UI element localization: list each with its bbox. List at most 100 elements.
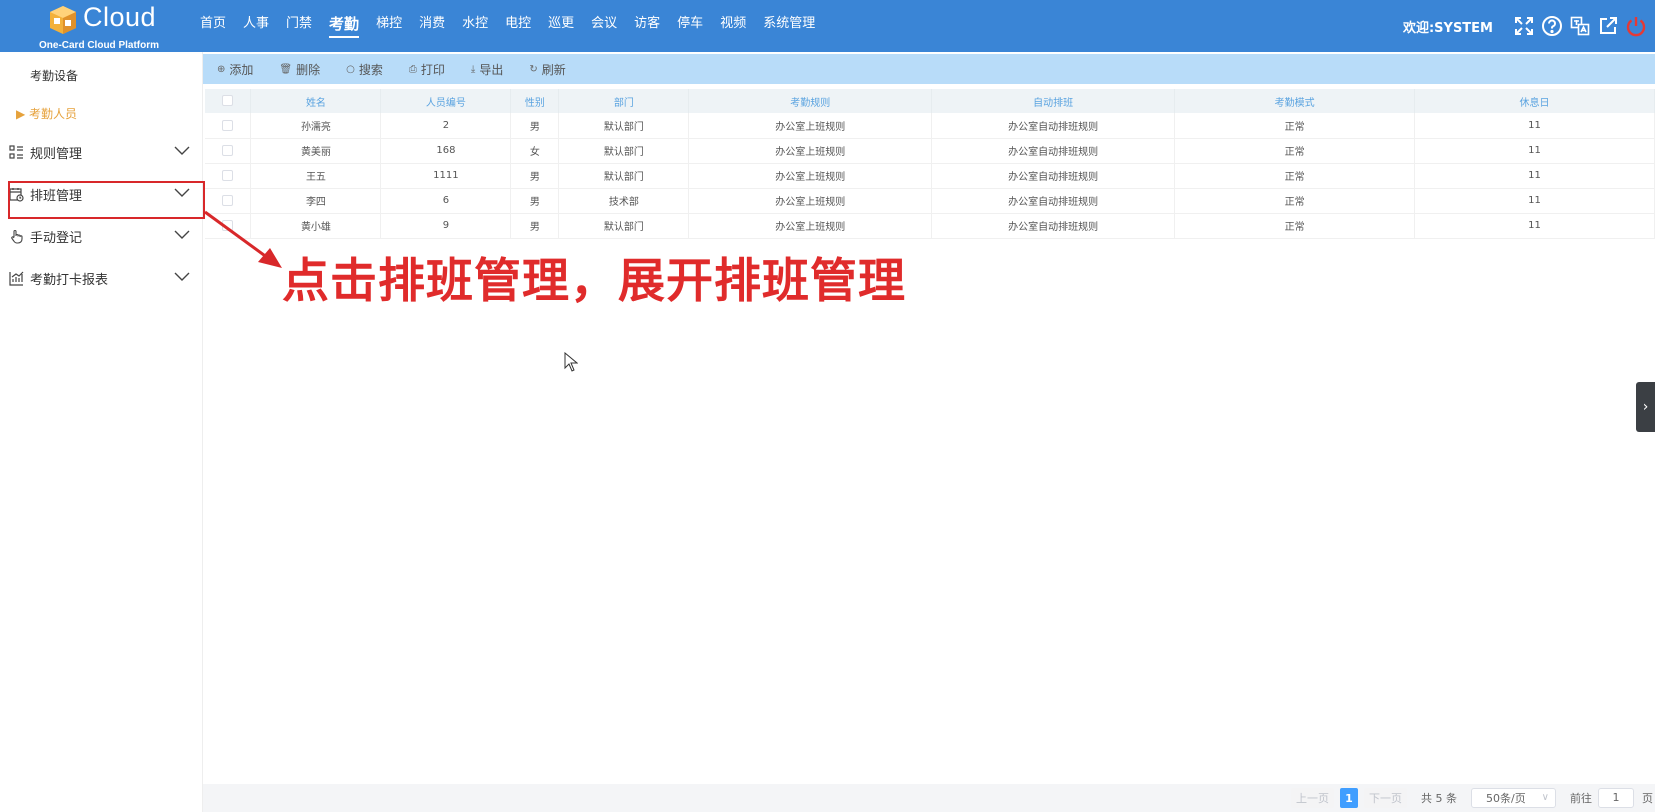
column-header[interactable]: 性别 bbox=[510, 89, 560, 113]
column-header[interactable]: 休息日 bbox=[1414, 89, 1655, 113]
search-button[interactable]: ○ 搜索 bbox=[346, 61, 383, 78]
sidebar-item-attendance-staff[interactable]: ▶ 考勤人员 bbox=[16, 105, 77, 122]
cell-gender: 男 bbox=[510, 113, 560, 139]
sidebar-item-attendance-device[interactable]: 考勤设备 bbox=[30, 67, 78, 84]
nav-item-electric[interactable]: 电控 bbox=[505, 0, 531, 52]
nav-item-attendance[interactable]: 考勤 bbox=[329, 0, 360, 52]
cell-id: 2 bbox=[380, 113, 512, 139]
table-row[interactable]: 孙濡亮 2 男 默认部门 办公室上班规则 办公室自动排班规则 正常 11 bbox=[205, 113, 1655, 139]
nav-item-hr[interactable]: 人事 bbox=[243, 0, 269, 52]
annotation-highlight-box bbox=[8, 181, 205, 219]
total-count: 共 5 条 bbox=[1421, 792, 1457, 805]
refresh-button[interactable]: ↻ 刷新 bbox=[529, 61, 565, 78]
sidebar: 考勤设备 ▶ 考勤人员 规则管理 排班管理 手动登记 考勤打卡报表 bbox=[0, 52, 203, 812]
add-button-label: 添加 bbox=[229, 62, 254, 77]
export-button-label: 导出 bbox=[479, 62, 504, 77]
caret-right-icon: ▶ bbox=[16, 107, 30, 121]
nav-item-visitor[interactable]: 访客 bbox=[634, 0, 660, 52]
cube-logo-icon bbox=[50, 6, 76, 34]
cell-mode: 正常 bbox=[1174, 163, 1416, 189]
table-row[interactable]: 黄小雄 9 男 默认部门 办公室上班规则 办公室自动排班规则 正常 11 bbox=[205, 213, 1655, 239]
cell-department: 默认部门 bbox=[558, 138, 690, 164]
nav-item-patrol[interactable]: 巡更 bbox=[548, 0, 574, 52]
export-button[interactable]: ⤓ 导出 bbox=[471, 61, 503, 78]
refresh-icon: ↻ bbox=[529, 63, 538, 75]
nav-item-video[interactable]: 视频 bbox=[720, 0, 746, 52]
annotation-caption: 点击排班管理，展开排班管理 bbox=[282, 254, 906, 309]
next-page-button[interactable]: 下一页 bbox=[1364, 788, 1407, 808]
cell-id: 1111 bbox=[380, 163, 512, 189]
cell-name: 王五 bbox=[250, 163, 382, 189]
column-header[interactable]: 人员编号 bbox=[380, 89, 512, 113]
brand-logo[interactable]: Cloud One-Card Cloud Platform bbox=[36, 2, 171, 52]
column-header[interactable]: 考勤规则 bbox=[688, 89, 933, 113]
cell-name: 李四 bbox=[250, 188, 382, 214]
cell-auto-schedule: 办公室自动排班规则 bbox=[931, 213, 1176, 239]
table-row[interactable]: 李四 6 男 技术部 办公室上班规则 办公室自动排班规则 正常 11 bbox=[205, 188, 1655, 214]
nav-item-system[interactable]: 系统管理 bbox=[763, 0, 815, 52]
column-header[interactable]: 自动排班 bbox=[931, 89, 1176, 113]
page-number-current[interactable]: 1 bbox=[1340, 788, 1358, 808]
sidebar-group-rules-label: 规则管理 bbox=[30, 146, 83, 162]
cell-rest-day: 11 bbox=[1414, 213, 1655, 239]
chevron-down-icon bbox=[174, 230, 190, 239]
cell-gender: 男 bbox=[510, 188, 560, 214]
pagination: 上一页 1 下一页 共 5 条 50条/页 ∨ 前往 1 页 bbox=[203, 784, 1655, 812]
brand-name: Cloud bbox=[83, 2, 157, 32]
column-header[interactable]: 部门 bbox=[558, 89, 690, 113]
row-checkbox[interactable] bbox=[205, 138, 252, 164]
sidebar-group-manual-register[interactable]: 手动登记 bbox=[8, 218, 194, 254]
nav-item-access[interactable]: 门禁 bbox=[286, 0, 312, 52]
add-button[interactable]: ⊕ 添加 bbox=[217, 61, 253, 78]
print-icon: ⎙ bbox=[408, 63, 417, 75]
select-all-checkbox[interactable] bbox=[205, 89, 252, 113]
prev-page-button[interactable]: 上一页 bbox=[1291, 788, 1334, 808]
translate-icon[interactable] bbox=[1569, 15, 1591, 37]
table-row[interactable]: 黄美丽 168 女 默认部门 办公室上班规则 办公室自动排班规则 正常 11 bbox=[205, 138, 1655, 164]
nav-item-home[interactable]: 首页 bbox=[200, 0, 226, 52]
nav-item-consumption[interactable]: 消费 bbox=[419, 0, 445, 52]
sidebar-item-attendance-staff-label: 考勤人员 bbox=[29, 107, 78, 121]
cell-department: 默认部门 bbox=[558, 113, 690, 139]
cell-rest-day: 11 bbox=[1414, 138, 1655, 164]
goto-label: 前往 bbox=[1570, 792, 1592, 805]
help-icon[interactable] bbox=[1541, 15, 1563, 37]
goto-page-input[interactable]: 1 bbox=[1598, 788, 1634, 808]
sidebar-group-report[interactable]: 考勤打卡报表 bbox=[8, 260, 194, 296]
print-button[interactable]: ⎙ 打印 bbox=[409, 61, 445, 78]
cell-rest-day: 11 bbox=[1414, 113, 1655, 139]
trash-icon: 🗑 bbox=[279, 63, 293, 75]
header-actions: 欢迎:SYSTEM bbox=[1403, 0, 1647, 52]
page-suffix: 页 bbox=[1642, 792, 1653, 805]
action-toolbar: ⊕ 添加 🗑 删除 ○ 搜索 ⎙ 打印 ⤓ 导出 ↻ 刷新 bbox=[203, 54, 1655, 84]
page-size-select[interactable]: 50条/页 ∨ bbox=[1471, 788, 1556, 808]
cell-id: 9 bbox=[380, 213, 512, 239]
delete-button[interactable]: 🗑 删除 bbox=[279, 61, 320, 78]
row-checkbox[interactable] bbox=[205, 188, 252, 214]
nav-item-meeting[interactable]: 会议 bbox=[591, 0, 617, 52]
table-row[interactable]: 王五 1111 男 默认部门 办公室上班规则 办公室自动排班规则 正常 11 bbox=[205, 163, 1655, 189]
cell-name: 黄小雄 bbox=[250, 213, 382, 239]
cell-mode: 正常 bbox=[1174, 138, 1416, 164]
nav-item-parking[interactable]: 停车 bbox=[677, 0, 703, 52]
nav-item-water[interactable]: 水控 bbox=[462, 0, 488, 52]
external-link-icon[interactable] bbox=[1597, 15, 1619, 37]
sidebar-group-report-label: 考勤打卡报表 bbox=[30, 272, 109, 288]
cell-mode: 正常 bbox=[1174, 213, 1416, 239]
row-checkbox[interactable] bbox=[205, 113, 252, 139]
cell-mode: 正常 bbox=[1174, 188, 1416, 214]
column-header[interactable]: 姓名 bbox=[250, 89, 382, 113]
sidebar-group-rules[interactable]: 规则管理 bbox=[8, 134, 194, 170]
cell-department: 默认部门 bbox=[558, 163, 690, 189]
cell-rule: 办公室上班规则 bbox=[688, 113, 933, 139]
main-nav: 首页 人事 门禁 考勤 梯控 消费 水控 电控 巡更 会议 访客 停车 视频 系… bbox=[200, 0, 832, 52]
power-icon[interactable] bbox=[1625, 15, 1647, 37]
nav-item-elevator[interactable]: 梯控 bbox=[376, 0, 402, 52]
cell-id: 6 bbox=[380, 188, 512, 214]
side-panel-toggle[interactable]: › bbox=[1636, 382, 1655, 432]
fullscreen-icon[interactable] bbox=[1513, 15, 1535, 37]
row-checkbox[interactable] bbox=[205, 213, 252, 239]
column-header[interactable]: 考勤模式 bbox=[1174, 89, 1416, 113]
row-checkbox[interactable] bbox=[205, 163, 252, 189]
download-icon: ⤓ bbox=[470, 63, 476, 75]
